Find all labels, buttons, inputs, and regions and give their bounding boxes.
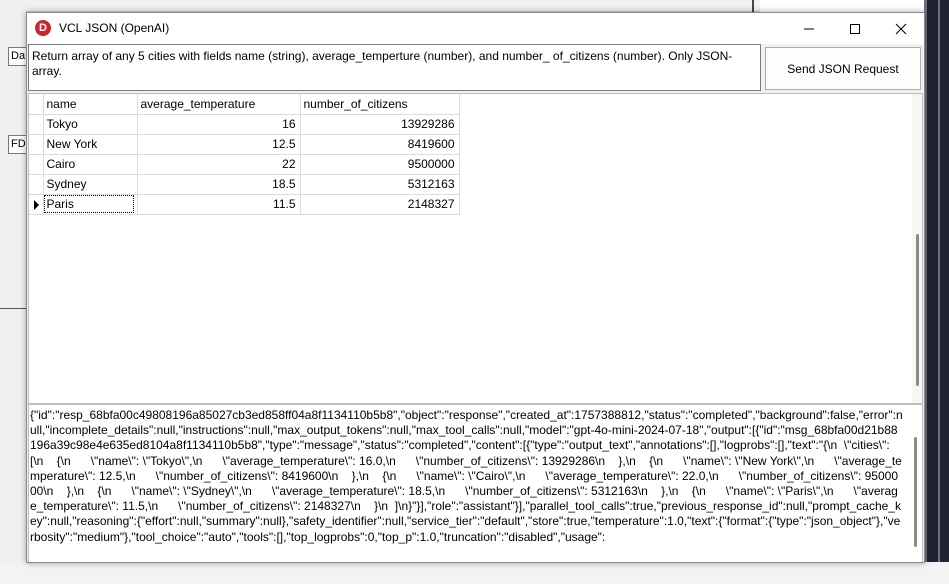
send-json-request-button[interactable]: Send JSON Request xyxy=(765,47,921,90)
cell-number-of-citizens[interactable]: 9500000 xyxy=(300,154,460,175)
background-window-top xyxy=(0,0,760,12)
cell-number-of-citizens[interactable]: 2148327 xyxy=(300,194,460,215)
focused-cell-text: Paris xyxy=(43,195,134,213)
table-row[interactable]: Sydney 18.5 5312163 xyxy=(29,174,460,195)
column-header-name[interactable]: name xyxy=(43,94,138,115)
maximize-icon xyxy=(850,24,860,34)
response-scrollbar-thumb[interactable] xyxy=(914,437,917,547)
cell-name-selected[interactable]: Paris xyxy=(43,194,138,215)
cell-number-of-citizens[interactable]: 5312163 xyxy=(300,174,460,195)
title-bar[interactable]: D VCL JSON (OpenAI) xyxy=(27,13,924,44)
column-header-number-of-citizens[interactable]: number_of_citizens xyxy=(300,94,460,115)
table-row[interactable]: Tokyo 16 13929286 xyxy=(29,114,460,135)
close-icon xyxy=(895,23,907,35)
column-header-average-temperature[interactable]: average_temperature xyxy=(137,94,301,115)
grid-header-row: name average_temperature number_of_citiz… xyxy=(29,94,460,115)
grid-scrollbar-thumb[interactable] xyxy=(916,234,919,386)
row-indicator[interactable] xyxy=(29,174,44,195)
table-row-selected[interactable]: Paris 11.5 2148327 xyxy=(29,194,460,215)
background-bottom-strip xyxy=(0,562,949,584)
row-indicator[interactable] xyxy=(29,134,44,155)
minimize-icon xyxy=(804,28,814,30)
current-row-arrow-icon xyxy=(34,199,39,210)
main-window: D VCL JSON (OpenAI) Return array of any … xyxy=(26,12,925,563)
close-button[interactable] xyxy=(878,13,924,44)
row-indicator[interactable] xyxy=(29,154,44,175)
desktop-right-edge xyxy=(924,0,949,584)
maximize-button[interactable] xyxy=(832,13,878,44)
cell-name[interactable]: Cairo xyxy=(43,154,138,175)
cell-number-of-citizens[interactable]: 8419600 xyxy=(300,134,460,155)
row-indicator-current[interactable] xyxy=(29,194,44,215)
window-title: VCL JSON (OpenAI) xyxy=(59,21,170,35)
cell-name[interactable]: Tokyo xyxy=(43,114,138,135)
response-memo[interactable]: {"id":"resp_68bfa00c49808196a85027cb3ed8… xyxy=(28,404,923,562)
cell-average-temperature[interactable]: 11.5 xyxy=(137,194,301,215)
cell-average-temperature[interactable]: 16 xyxy=(137,114,301,135)
cell-average-temperature[interactable]: 12.5 xyxy=(137,134,301,155)
app-icon: D xyxy=(35,20,51,36)
background-divider-line xyxy=(0,308,26,309)
cell-name[interactable]: New York xyxy=(43,134,138,155)
cell-name[interactable]: Sydney xyxy=(43,174,138,195)
response-json-text: {"id":"resp_68bfa00c49808196a85027cb3ed8… xyxy=(30,408,903,544)
cell-average-temperature[interactable]: 18.5 xyxy=(137,174,301,195)
background-window-left xyxy=(0,0,26,584)
table-row[interactable]: Cairo 22 9500000 xyxy=(29,154,460,175)
cities-grid[interactable]: name average_temperature number_of_citiz… xyxy=(28,93,923,404)
cities-table[interactable]: name average_temperature number_of_citiz… xyxy=(29,94,460,215)
minimize-button[interactable] xyxy=(786,13,832,44)
cell-average-temperature[interactable]: 22 xyxy=(137,154,301,175)
grid-indicator-header xyxy=(29,94,44,115)
prompt-input[interactable]: Return array of any 5 cities with fields… xyxy=(28,44,761,91)
row-indicator[interactable] xyxy=(29,114,44,135)
cell-number-of-citizens[interactable]: 13929286 xyxy=(300,114,460,135)
table-row[interactable]: New York 12.5 8419600 xyxy=(29,134,460,155)
